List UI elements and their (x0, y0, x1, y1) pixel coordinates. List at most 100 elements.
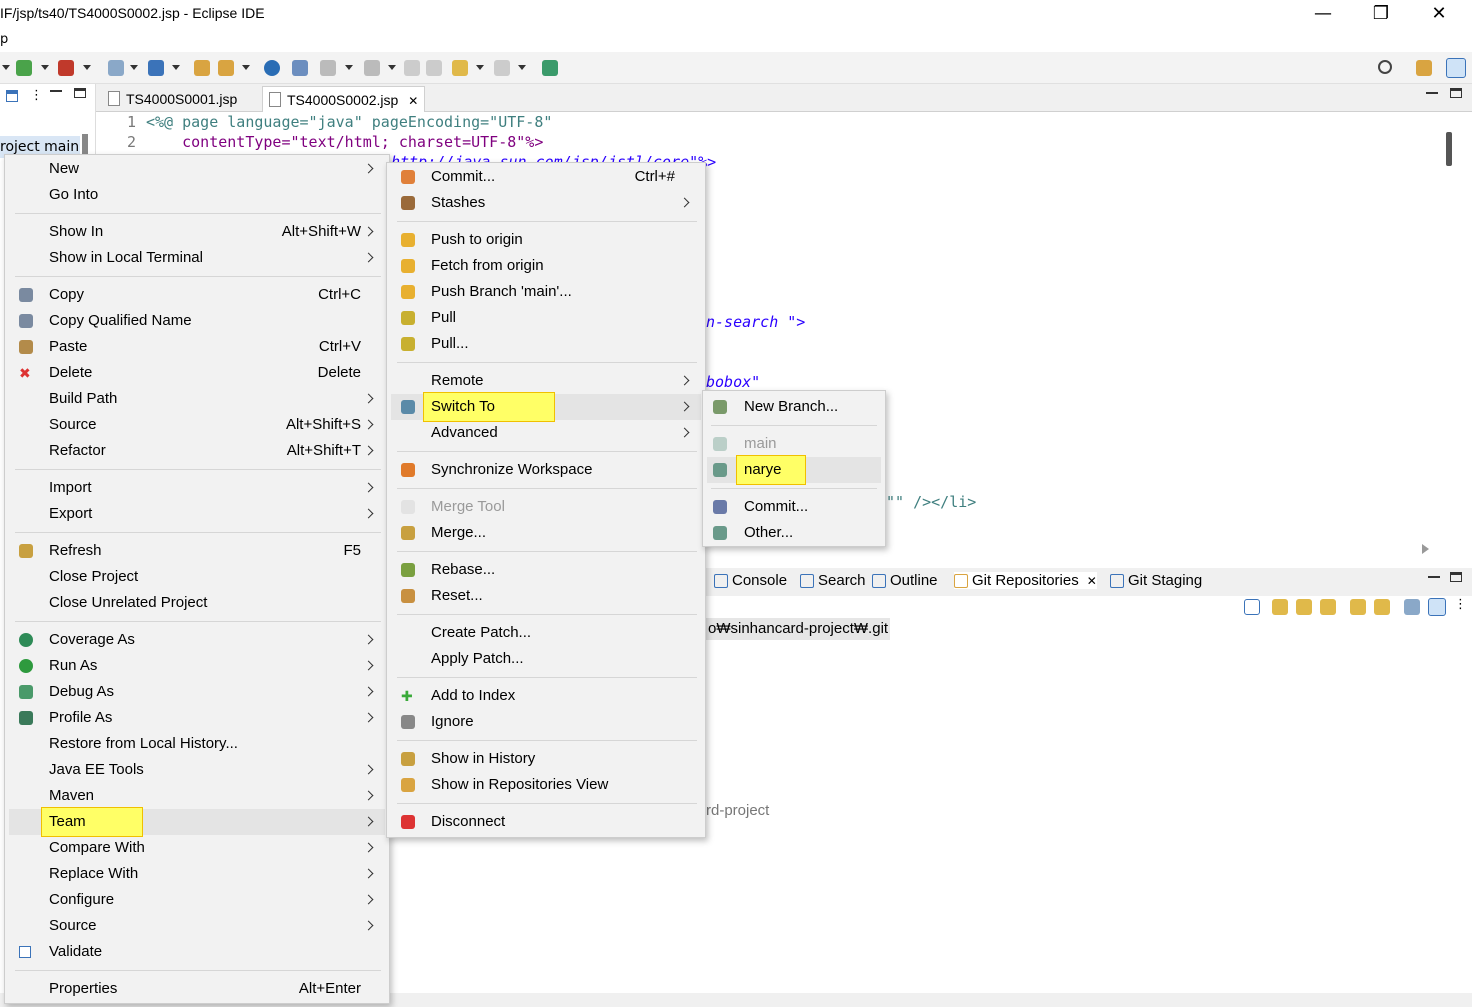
back-icon[interactable] (452, 60, 468, 76)
dropdown-arrow-icon[interactable] (518, 65, 526, 70)
web-service-icon[interactable] (148, 60, 164, 76)
prev-annotation-icon[interactable] (364, 60, 380, 76)
context-menu-item-source[interactable]: Source (5, 913, 389, 939)
switch-menu-item-commit[interactable]: Commit... (703, 494, 885, 520)
close-tab-icon[interactable]: ✕ (408, 94, 418, 108)
team-menu-item-push-branch-main[interactable]: Push Branch 'main'... (387, 279, 705, 305)
team-menu-item-remote[interactable]: Remote (387, 368, 705, 394)
create-repository-icon[interactable] (1320, 599, 1336, 615)
open-task-icon[interactable] (218, 60, 234, 76)
context-menu-item-restore-from-local-history[interactable]: Restore from Local History... (5, 731, 389, 757)
context-menu-item-show-in-local-terminal[interactable]: Show in Local Terminal (5, 245, 389, 271)
view-menu-icon[interactable]: ⋮ (1454, 597, 1467, 612)
team-menu-item-rebase[interactable]: Rebase... (387, 557, 705, 583)
context-menu-item-delete[interactable]: ✖ Delete Delete (5, 360, 389, 386)
context-menu-item-properties[interactable]: Properties Alt+Enter (5, 976, 389, 1002)
open-perspective-icon[interactable] (1416, 60, 1432, 76)
dropdown-arrow-icon[interactable] (2, 65, 10, 70)
context-menu-item-debug-as[interactable]: Debug As (5, 679, 389, 705)
dropdown-arrow-icon[interactable] (345, 65, 353, 70)
filter-icon[interactable] (6, 90, 18, 102)
search-wizard-icon[interactable] (292, 60, 308, 76)
new-server-icon[interactable] (16, 60, 32, 76)
context-menu-item-source[interactable]: Source Alt+Shift+S (5, 412, 389, 438)
switch-menu-item-other[interactable]: Other... (703, 520, 885, 546)
team-menu-item-create-patch[interactable]: Create Patch... (387, 620, 705, 646)
dropdown-arrow-icon[interactable] (83, 65, 91, 70)
team-menu-item-pull[interactable]: Pull... (387, 331, 705, 357)
context-menu-item-run-as[interactable]: Run As (5, 653, 389, 679)
refresh-icon[interactable] (1374, 599, 1390, 615)
dropdown-arrow-icon[interactable] (41, 65, 49, 70)
editor-scrollbar-thumb[interactable] (1446, 132, 1452, 166)
team-menu-item-reset[interactable]: Reset... (387, 583, 705, 609)
context-menu-item-close-unrelated-project[interactable]: Close Unrelated Project (5, 590, 389, 616)
close-tab-icon[interactable]: ✕ (1087, 574, 1097, 588)
dropdown-arrow-icon[interactable] (476, 65, 484, 70)
context-menu-item-refactor[interactable]: Refactor Alt+Shift+T (5, 438, 389, 464)
team-menu-item-stashes[interactable]: Stashes (387, 190, 705, 216)
editor-vertical-scrollbar[interactable] (1438, 112, 1456, 542)
team-menu-item-disconnect[interactable]: Disconnect (387, 809, 705, 835)
switch-menu-item-narye[interactable]: narye (703, 455, 885, 485)
tab-console[interactable]: Console (714, 572, 787, 589)
team-menu-item-show-in-history[interactable]: Show in History (387, 746, 705, 772)
open-type-icon[interactable] (194, 60, 210, 76)
browser-icon[interactable] (264, 60, 280, 76)
team-menu-item-synchronize-workspace[interactable]: Synchronize Workspace (387, 457, 705, 483)
repository-tree-item[interactable]: rd-project (706, 802, 769, 819)
context-menu-item-import[interactable]: Import (5, 475, 389, 501)
context-menu-item-copy-qualified-name[interactable]: Copy Qualified Name (5, 308, 389, 334)
context-menu-item-export[interactable]: Export (5, 501, 389, 527)
dropdown-arrow-icon[interactable] (242, 65, 250, 70)
dropdown-arrow-icon[interactable] (388, 65, 396, 70)
tab-git-repositories[interactable]: Git Repositories ✕ (954, 572, 1097, 589)
context-menu-item-close-project[interactable]: Close Project (5, 564, 389, 590)
maximize-view-icon[interactable] (1450, 572, 1462, 582)
context-menu-item-coverage-as[interactable]: Coverage As (5, 627, 389, 653)
context-menu-item-maven[interactable]: Maven (5, 783, 389, 809)
stop-server-icon[interactable] (58, 60, 74, 76)
context-menu-item-team[interactable]: Team (5, 807, 389, 837)
collapse-all-icon[interactable] (1244, 599, 1260, 615)
team-menu-item-advanced[interactable]: Advanced (387, 420, 705, 446)
team-menu-item-fetch-from-origin[interactable]: Fetch from origin (387, 253, 705, 279)
context-menu-item-java-ee-tools[interactable]: Java EE Tools (5, 757, 389, 783)
context-menu-item-build-path[interactable]: Build Path (5, 386, 389, 412)
tab-outline[interactable]: Outline (872, 572, 938, 589)
label-icon[interactable] (1428, 598, 1446, 616)
close-window-button[interactable]: ✕ (1410, 0, 1468, 30)
dropdown-arrow-icon[interactable] (172, 65, 180, 70)
team-menu-item-switch-to[interactable]: Switch To (387, 392, 705, 422)
context-menu-item-validate[interactable]: Validate (5, 939, 389, 965)
clone-repository-icon[interactable] (1296, 599, 1312, 615)
scroll-right-icon[interactable] (1422, 544, 1429, 554)
link-editor-icon[interactable] (1350, 599, 1366, 615)
dropdown-arrow-icon[interactable] (130, 65, 138, 70)
tab-git-staging[interactable]: Git Staging (1110, 572, 1202, 589)
context-menu-item-show-in[interactable]: Show In Alt+Shift+W (5, 219, 389, 245)
team-menu-item-push-to-origin[interactable]: Push to origin (387, 227, 705, 253)
context-menu-item-configure[interactable]: Configure (5, 887, 389, 913)
switch-menu-item-new-branch[interactable]: New Branch... (703, 394, 885, 420)
minimize-view-icon[interactable] (1428, 576, 1440, 578)
team-menu-item-merge[interactable]: Merge... (387, 520, 705, 546)
context-menu-item-paste[interactable]: Paste Ctrl+V (5, 334, 389, 360)
maximize-view-icon[interactable] (74, 88, 86, 98)
view-menu-icon[interactable]: ⋮ (30, 88, 43, 103)
context-menu-item-profile-as[interactable]: Profile As (5, 705, 389, 731)
team-menu-item-pull[interactable]: Pull (387, 305, 705, 331)
context-menu-item-go-into[interactable]: Go Into (5, 182, 389, 208)
pin-editor-icon[interactable] (542, 60, 558, 76)
next-annotation-icon[interactable] (320, 60, 336, 76)
team-menu-item-ignore[interactable]: Ignore (387, 709, 705, 735)
last-edit-icon[interactable] (404, 60, 420, 76)
menu-bar-fragment[interactable]: p (0, 32, 8, 47)
team-menu-item-commit[interactable]: Commit... Ctrl+# (387, 164, 705, 190)
tab-search[interactable]: Search (800, 572, 866, 589)
repository-tree-item[interactable]: o₩sinhancard-project₩.git (706, 618, 891, 640)
restore-button[interactable]: ❐ (1352, 0, 1410, 30)
forward-edit-icon[interactable] (426, 60, 442, 76)
team-menu-item-add-to-index[interactable]: ✚ Add to Index (387, 683, 705, 709)
maximize-editor-icon[interactable] (1450, 88, 1462, 98)
